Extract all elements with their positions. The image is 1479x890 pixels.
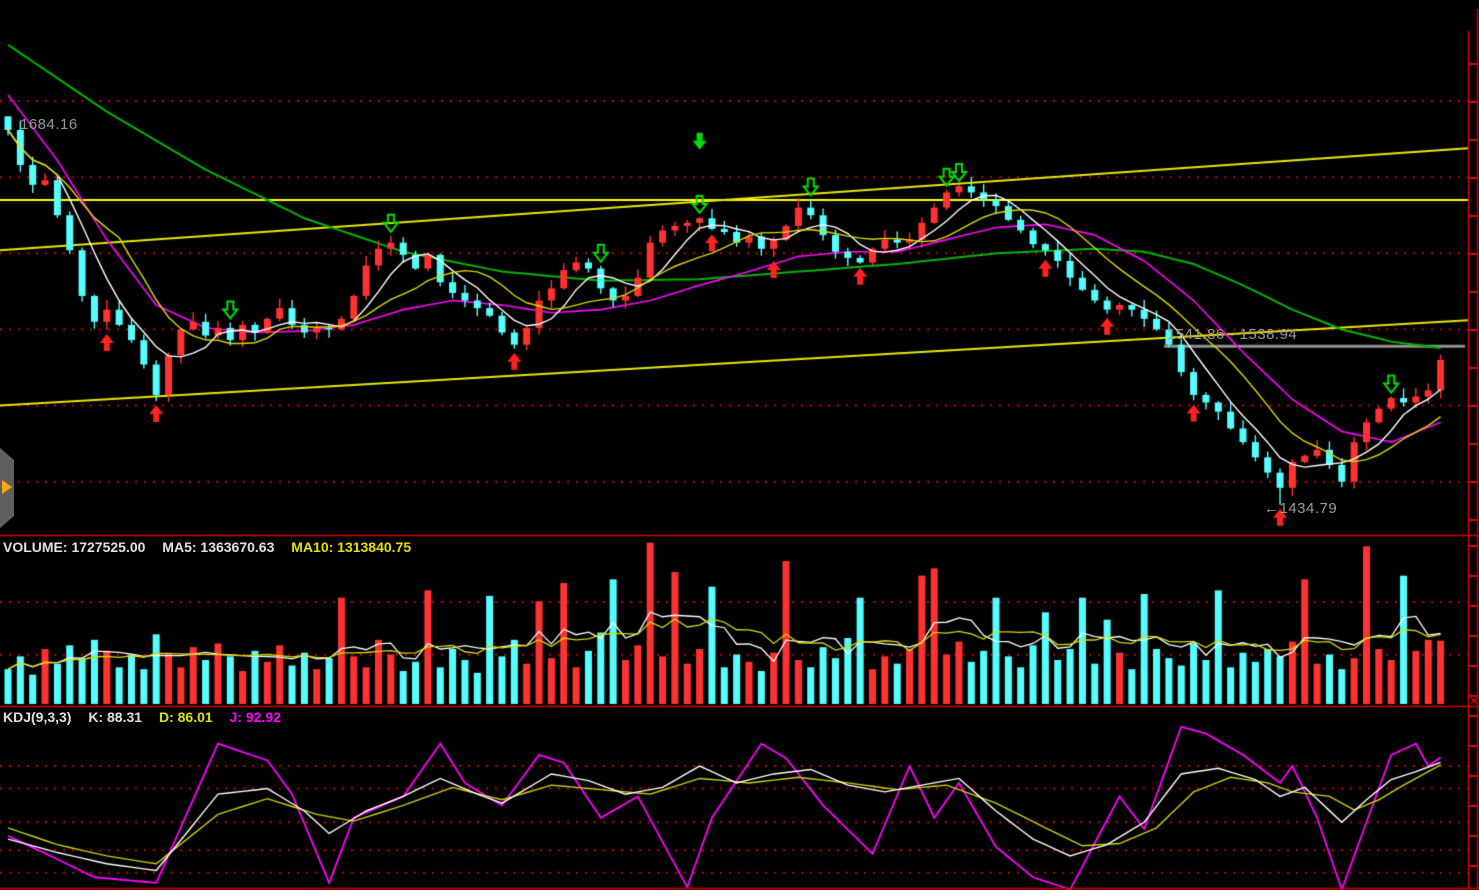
volume-header-row: VOLUME: 1727525.00 MA5: 1363670.63 MA10:… <box>3 539 424 555</box>
kdj-header-row: KDJ(9,3,3) K: 88.31 D: 86.01 J: 92.92 <box>3 709 294 725</box>
low-price-label: ←1434.79 <box>1264 500 1337 517</box>
sidebar-expand-handle[interactable] <box>0 448 14 528</box>
volume-ma10-readout: MA10: 1313840.75 <box>291 539 411 555</box>
volume-panel[interactable] <box>0 535 1468 706</box>
kdj-panel[interactable] <box>0 706 1468 888</box>
volume-ma5-readout: MA5: 1363670.63 <box>162 539 274 555</box>
close-icon[interactable]: × <box>1470 693 1478 708</box>
stock-chart-window: { "header": { "title": "创业板指(60分钟.前复权)",… <box>0 0 1479 890</box>
kdj-d-readout: D: 86.01 <box>159 709 213 725</box>
high-price-label: 1684.16 <box>20 116 78 133</box>
volume-readout: VOLUME: 1727525.00 <box>3 539 145 555</box>
kdj-j-readout: J: 92.92 <box>230 709 281 725</box>
main-chart-panel[interactable] <box>0 31 1468 535</box>
kdj-name: KDJ(9,3,3) <box>3 709 71 725</box>
alert-price-label: 1541.86 - 1538.94 <box>1167 326 1297 343</box>
kdj-k-readout: K: 88.31 <box>88 709 142 725</box>
expand-arrow-icon <box>2 480 12 494</box>
